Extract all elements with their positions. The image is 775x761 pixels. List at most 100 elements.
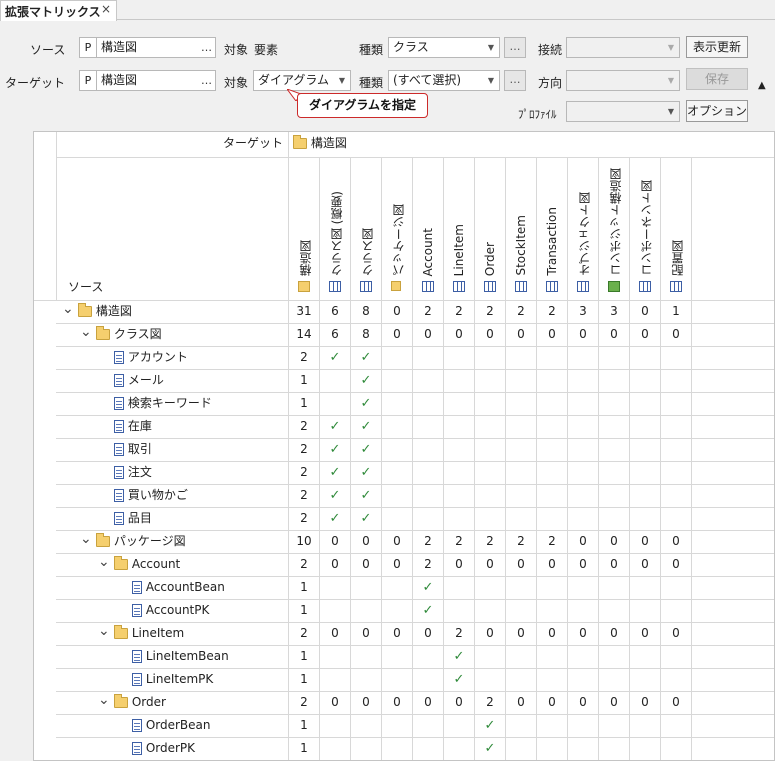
matrix-cell[interactable]: 2 <box>289 507 319 530</box>
matrix-cell[interactable]: 0 <box>506 622 536 645</box>
matrix-cell[interactable]: 2 <box>537 300 567 323</box>
matrix-cell[interactable]: 0 <box>506 553 536 576</box>
matrix-cell[interactable]: 0 <box>475 323 505 346</box>
column-header-11[interactable]: コンポーネント図 <box>638 180 655 276</box>
tree-row[interactable]: アカウント <box>114 346 188 369</box>
tab-extended-matrix[interactable]: 拡張マトリックス <box>0 0 117 21</box>
check-icon[interactable]: ✓ <box>413 599 443 622</box>
tree-row[interactable]: 在庫 <box>114 415 152 438</box>
expand-toggle-icon[interactable]: ⌄ <box>98 622 110 645</box>
matrix-cell[interactable]: 0 <box>413 323 443 346</box>
tree-row[interactable]: OrderBean <box>132 714 211 737</box>
column-header-12[interactable]: 配置図 <box>669 240 686 276</box>
matrix-cell[interactable]: 0 <box>382 553 412 576</box>
matrix-cell[interactable]: 2 <box>444 622 474 645</box>
collapse-panel-icon[interactable]: ▲ <box>758 80 766 91</box>
matrix-cell[interactable]: 0 <box>630 323 660 346</box>
matrix-cell[interactable]: 0 <box>475 553 505 576</box>
check-icon[interactable]: ✓ <box>413 576 443 599</box>
matrix-cell[interactable]: 0 <box>630 622 660 645</box>
column-header-2[interactable]: クラス図 <box>359 228 376 276</box>
matrix-cell[interactable]: 0 <box>506 323 536 346</box>
tree-row[interactable]: 取引 <box>114 438 152 461</box>
target-package-field[interactable]: 構造図… <box>96 70 216 91</box>
matrix-cell[interactable]: 0 <box>351 622 381 645</box>
tree-row[interactable]: クラス図 <box>96 323 162 346</box>
target-browse-icon[interactable]: … <box>201 71 212 90</box>
tree-row[interactable]: LineItem <box>114 622 184 645</box>
tree-row[interactable]: LineItemPK <box>132 668 213 691</box>
matrix-cell[interactable]: 1 <box>289 576 319 599</box>
tree-row[interactable]: AccountBean <box>132 576 225 599</box>
column-header-0[interactable]: 構造図 <box>297 240 314 276</box>
tree-row[interactable]: 買い物かご <box>114 484 188 507</box>
matrix-cell[interactable]: 0 <box>537 323 567 346</box>
matrix-cell[interactable]: 0 <box>537 553 567 576</box>
check-icon[interactable]: ✓ <box>351 484 381 507</box>
check-icon[interactable]: ✓ <box>351 346 381 369</box>
tree-row[interactable]: 注文 <box>114 461 152 484</box>
column-header-1[interactable]: クラス図 (概要) <box>328 191 345 276</box>
matrix-cell[interactable]: 0 <box>630 553 660 576</box>
column-header-6[interactable]: Order <box>483 242 497 276</box>
matrix-cell[interactable]: 3 <box>568 300 598 323</box>
tree-row[interactable]: Account <box>114 553 180 576</box>
matrix-cell[interactable]: 0 <box>537 691 567 714</box>
matrix-cell[interactable]: 2 <box>289 553 319 576</box>
matrix-cell[interactable]: 0 <box>568 323 598 346</box>
matrix-cell[interactable]: 0 <box>599 553 629 576</box>
matrix-cell[interactable]: 10 <box>289 530 319 553</box>
tree-row[interactable]: Order <box>114 691 166 714</box>
matrix-cell[interactable]: 0 <box>661 622 691 645</box>
matrix-cell[interactable]: 0 <box>444 691 474 714</box>
matrix-cell[interactable]: 0 <box>599 622 629 645</box>
matrix-cell[interactable]: 0 <box>537 622 567 645</box>
target-kind-dropdown[interactable]: (すべて選択) ▼ <box>388 70 500 91</box>
column-header-10[interactable]: コンポジット構造図 <box>607 168 624 276</box>
matrix-cell[interactable]: 0 <box>320 553 350 576</box>
tree-row[interactable]: 品目 <box>114 507 152 530</box>
matrix-cell[interactable]: 0 <box>351 553 381 576</box>
matrix-cell[interactable]: 2 <box>289 484 319 507</box>
source-browse-icon[interactable]: … <box>201 38 212 57</box>
save-button[interactable]: 保存 <box>686 68 748 90</box>
direction-dropdown[interactable]: ▼ <box>566 70 680 91</box>
matrix-cell[interactable]: 0 <box>630 530 660 553</box>
show-update-button[interactable]: 表示更新 <box>686 36 748 58</box>
matrix-cell[interactable]: 0 <box>661 553 691 576</box>
column-header-3[interactable]: パッケージ図 <box>390 204 407 276</box>
matrix-cell[interactable]: 2 <box>537 530 567 553</box>
matrix-cell[interactable]: 2 <box>475 300 505 323</box>
matrix-cell[interactable]: 2 <box>444 530 474 553</box>
matrix-cell[interactable]: 0 <box>382 622 412 645</box>
matrix-cell[interactable]: 14 <box>289 323 319 346</box>
matrix-cell[interactable]: 0 <box>568 691 598 714</box>
matrix-cell[interactable]: 0 <box>506 691 536 714</box>
matrix-cell[interactable]: 8 <box>351 300 381 323</box>
matrix-cell[interactable]: 0 <box>320 530 350 553</box>
source-kind-dropdown[interactable]: クラス ▼ <box>388 37 500 58</box>
matrix-cell[interactable]: 0 <box>413 691 443 714</box>
check-icon[interactable]: ✓ <box>320 438 350 461</box>
matrix-cell[interactable]: 0 <box>444 323 474 346</box>
matrix-cell[interactable]: 2 <box>413 530 443 553</box>
tree-row[interactable]: パッケージ図 <box>96 530 186 553</box>
close-icon[interactable]: × <box>101 2 111 16</box>
matrix-cell[interactable]: 0 <box>320 622 350 645</box>
matrix-cell[interactable]: 2 <box>413 553 443 576</box>
matrix-cell[interactable]: 0 <box>599 691 629 714</box>
matrix-cell[interactable]: 0 <box>351 530 381 553</box>
matrix-cell[interactable]: 0 <box>382 530 412 553</box>
check-icon[interactable]: ✓ <box>475 737 505 760</box>
matrix-cell[interactable]: 1 <box>289 668 319 691</box>
matrix-cell[interactable]: 31 <box>289 300 319 323</box>
relationship-matrix[interactable]: ターゲット 構造図 ソース 構造図 クラス図 (概要) クラス図 パッケージ図 Accoun… <box>33 131 775 761</box>
profile-dropdown[interactable]: ▼ <box>566 101 680 122</box>
check-icon[interactable]: ✓ <box>475 714 505 737</box>
matrix-cell[interactable]: 1 <box>289 392 319 415</box>
check-icon[interactable]: ✓ <box>351 369 381 392</box>
matrix-cell[interactable]: 1 <box>289 714 319 737</box>
check-icon[interactable]: ✓ <box>320 346 350 369</box>
matrix-cell[interactable]: 8 <box>351 323 381 346</box>
matrix-cell[interactable]: 0 <box>320 691 350 714</box>
